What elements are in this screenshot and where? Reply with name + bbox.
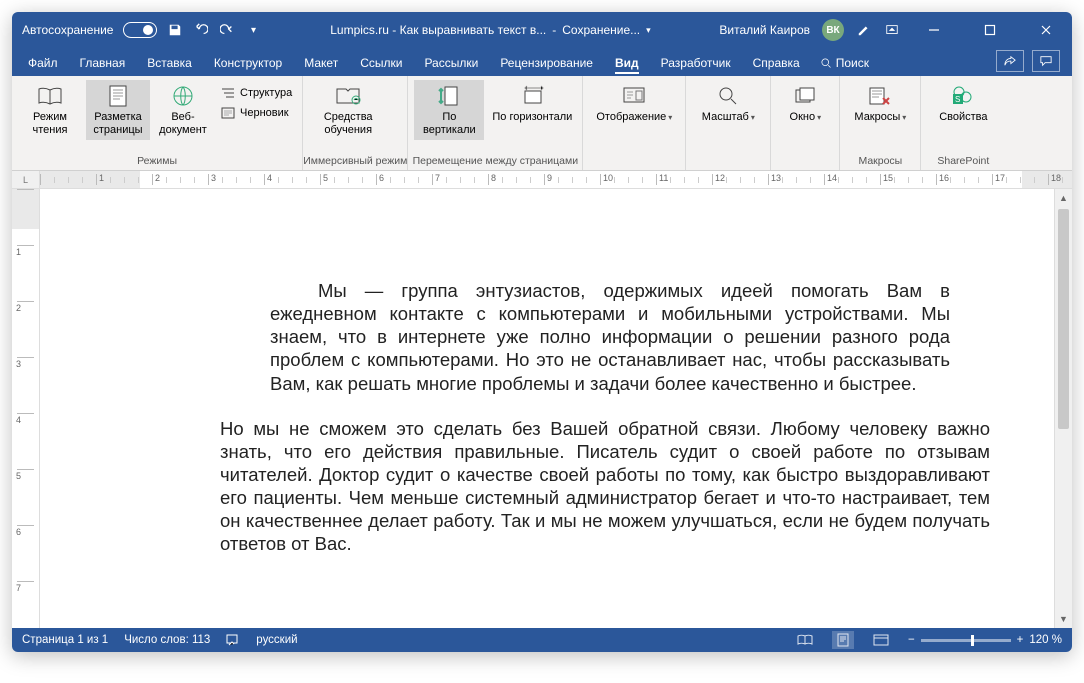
- zoom-level[interactable]: 120 %: [1029, 634, 1062, 646]
- zoom-control: − + 120 %: [908, 634, 1062, 646]
- tab-help[interactable]: Справка: [743, 52, 810, 76]
- page-indicator[interactable]: Страница 1 из 1: [22, 634, 108, 646]
- group-macros: Макросы▾ Макросы: [840, 76, 921, 170]
- word-count[interactable]: Число слов: 113: [124, 634, 210, 646]
- search-box[interactable]: Поиск: [820, 56, 869, 76]
- redo-icon[interactable]: [219, 22, 235, 38]
- autosave-toggle[interactable]: [123, 22, 157, 38]
- tab-layout[interactable]: Макет: [294, 52, 348, 76]
- tab-references[interactable]: Ссылки: [350, 52, 412, 76]
- macros-icon: [866, 84, 894, 108]
- minimize-button[interactable]: [912, 12, 956, 48]
- tab-insert[interactable]: Вставка: [137, 52, 202, 76]
- ruler-vertical[interactable]: 12345678: [12, 189, 40, 628]
- tab-design[interactable]: Конструктор: [204, 52, 292, 76]
- paragraph-2[interactable]: Но мы не сможем это сделать без Вашей об…: [220, 417, 990, 556]
- ruler-corner: L: [12, 171, 40, 188]
- group-immersive: Средства обучения Иммерсивный режим: [303, 76, 408, 170]
- comments-button[interactable]: [1032, 50, 1060, 72]
- read-view-icon[interactable]: [794, 631, 816, 649]
- undo-icon[interactable]: [193, 22, 209, 38]
- language-indicator[interactable]: русский: [256, 634, 297, 646]
- read-mode-button[interactable]: Режим чтения: [18, 80, 82, 140]
- zoom-button[interactable]: Масштаб▾: [692, 80, 764, 128]
- page: Мы — группа энтузиастов, одержимых идеей…: [40, 189, 1054, 607]
- save-icon[interactable]: [167, 22, 183, 38]
- draft-icon: [220, 106, 236, 120]
- horizontal-icon: [518, 84, 546, 108]
- page-icon: [104, 84, 132, 108]
- content-area: 12345678 Мы — группа энтузиастов, одержи…: [12, 189, 1072, 628]
- close-button[interactable]: [1024, 12, 1068, 48]
- avatar[interactable]: ВК: [822, 19, 844, 41]
- titlebar: Автосохранение ▾ Lumpics.ru - Как выравн…: [12, 12, 1072, 48]
- group-sharepoint: S Свойства SharePoint: [921, 76, 1005, 170]
- horizontal-button[interactable]: По горизонтали: [488, 80, 576, 128]
- ribbon-display-icon[interactable]: [884, 22, 900, 38]
- tab-home[interactable]: Главная: [70, 52, 136, 76]
- proofing-icon[interactable]: [226, 634, 240, 646]
- scroll-down-button[interactable]: ▼: [1055, 610, 1072, 628]
- zoom-slider[interactable]: [921, 639, 1011, 642]
- vertical-button[interactable]: По вертикали: [414, 80, 484, 140]
- reader-icon: [334, 84, 362, 108]
- vertical-icon: [435, 84, 463, 108]
- search-icon: [820, 57, 832, 69]
- group-zoom: Масштаб▾: [686, 76, 771, 170]
- scrollbar-vertical[interactable]: ▲ ▼: [1054, 189, 1072, 628]
- ribbon-tabs: Файл Главная Вставка Конструктор Макет С…: [12, 48, 1072, 76]
- window-button[interactable]: Окно▾: [777, 80, 833, 128]
- macros-button[interactable]: Макросы▾: [846, 80, 914, 128]
- scroll-up-button[interactable]: ▲: [1055, 189, 1072, 207]
- group-page-movement: По вертикали По горизонтали Перемещение …: [408, 76, 583, 170]
- qat-more-icon[interactable]: ▾: [245, 22, 261, 38]
- web-view-icon[interactable]: [870, 631, 892, 649]
- document-title: Lumpics.ru - Как выравнивать текст в...: [330, 23, 546, 37]
- maximize-button[interactable]: [968, 12, 1012, 48]
- window-icon: [791, 84, 819, 108]
- autosave-label: Автосохранение: [22, 23, 113, 37]
- tab-developer[interactable]: Разработчик: [651, 52, 741, 76]
- properties-button[interactable]: S Свойства: [927, 80, 999, 128]
- zoom-out-button[interactable]: −: [908, 634, 915, 646]
- sharepoint-icon: S: [949, 84, 977, 108]
- globe-icon: [169, 84, 197, 108]
- document-viewport[interactable]: Мы — группа энтузиастов, одержимых идеей…: [40, 189, 1054, 628]
- tab-view[interactable]: Вид: [605, 52, 649, 76]
- tab-review[interactable]: Рецензирование: [490, 52, 603, 76]
- print-view-icon[interactable]: [832, 631, 854, 649]
- web-layout-button[interactable]: Веб-документ: [154, 80, 212, 140]
- tab-file[interactable]: Файл: [18, 52, 68, 76]
- draw-icon[interactable]: [856, 22, 872, 38]
- statusbar: Страница 1 из 1 Число слов: 113 русский …: [12, 628, 1072, 652]
- share-button[interactable]: [996, 50, 1024, 72]
- paragraph-1[interactable]: Мы — группа энтузиастов, одержимых идеей…: [220, 279, 990, 395]
- app-window: Автосохранение ▾ Lumpics.ru - Как выравн…: [12, 12, 1072, 652]
- book-icon: [36, 84, 64, 108]
- outline-button[interactable]: Структура: [216, 84, 296, 102]
- zoom-in-button[interactable]: +: [1017, 634, 1024, 646]
- save-state: Сохранение...: [562, 23, 640, 37]
- scroll-thumb[interactable]: [1058, 209, 1069, 429]
- display-icon: [620, 84, 648, 108]
- group-display: Отображение▾: [583, 76, 686, 170]
- print-layout-button[interactable]: Разметка страницы: [86, 80, 150, 140]
- group-window: Окно▾: [771, 76, 840, 170]
- magnifier-icon: [714, 84, 742, 108]
- learning-tools-button[interactable]: Средства обучения: [309, 80, 387, 140]
- draft-button[interactable]: Черновик: [216, 104, 296, 122]
- user-name[interactable]: Виталий Каиров: [719, 23, 810, 37]
- group-modes: Режим чтения Разметка страницы Веб-докум…: [12, 76, 303, 170]
- display-button[interactable]: Отображение▾: [589, 80, 679, 128]
- ribbon: Режим чтения Разметка страницы Веб-докум…: [12, 76, 1072, 171]
- svg-text:S: S: [955, 95, 960, 104]
- tab-mailings[interactable]: Рассылки: [414, 52, 488, 76]
- search-placeholder: Поиск: [836, 56, 869, 70]
- outline-icon: [220, 86, 236, 100]
- ruler-horizontal[interactable]: L 12345678910111213141516171819: [12, 171, 1072, 189]
